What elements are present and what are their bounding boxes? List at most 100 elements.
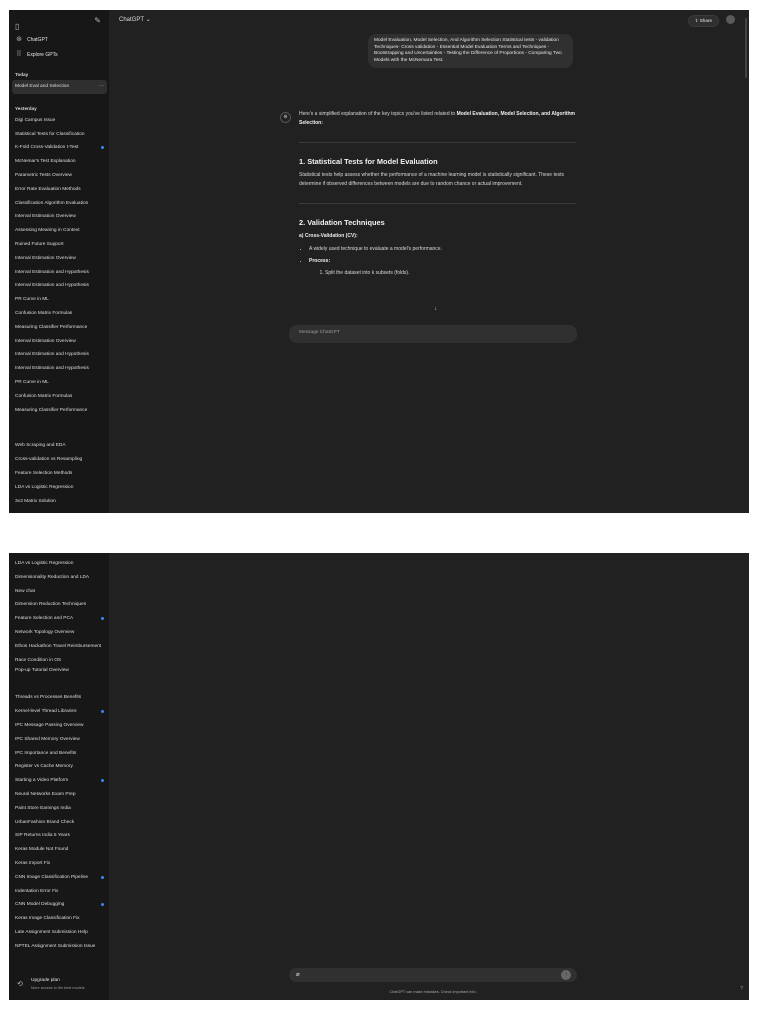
sidebar-item[interactable]: Digi Campus Issue <box>15 114 105 128</box>
sidebar-item[interactable]: Ethos Hackathon Travel Reimbursement <box>15 640 105 654</box>
message-composer[interactable]: Message ChatGPT <box>289 325 577 343</box>
sidebar-item[interactable]: PR Curve in ML <box>15 376 105 390</box>
sidebar-item[interactable]: CNN Model Debugging <box>15 898 105 912</box>
sidebar-item-label: PR Curve in ML <box>15 379 49 385</box>
sidebar-item[interactable]: IPC Shared Memory Overview <box>15 733 105 747</box>
sidebar-item-label: Classification Algorithm Evaluation <box>15 200 89 206</box>
sidebar-item-label: Paint Store Earnings India <box>15 805 71 811</box>
answer-bullet: Process: Split the dataset into k subset… <box>309 257 576 278</box>
sidebar-item[interactable]: Threads vs Processes Benefits <box>15 691 105 705</box>
sidebar-toggle-icon[interactable]: ▯ <box>15 22 19 32</box>
upgrade-plan-button[interactable]: ⟲ Upgrade plan More access to the best m… <box>15 976 107 996</box>
sidebar-item[interactable]: Feature Selection Methods <box>15 467 105 481</box>
sidebar-item[interactable]: IPC Importance and Benefits <box>15 747 105 761</box>
sidebar-item[interactable]: LDA vs Logistic Regression <box>15 557 105 571</box>
sidebar-item[interactable]: Cross-validation vs Resampling <box>15 453 105 467</box>
sidebar-item[interactable]: Error Rate Evaluation Methods <box>15 183 105 197</box>
scroll-down-icon[interactable]: ↓ <box>434 306 437 312</box>
sidebar-item[interactable]: Network Topology Overview <box>15 626 105 640</box>
sidebar-item[interactable]: Web Scraping and EDA <box>15 439 105 453</box>
sidebar-item[interactable]: Interval Estimation and Hypothesis <box>15 266 105 280</box>
sidebar-item[interactable]: Pop-up Tutorial Overview <box>15 667 105 675</box>
sidebar-item[interactable]: Keras Image Classification Fix <box>15 912 105 926</box>
sidebar-item[interactable]: Keras Import Fix <box>15 857 105 871</box>
message-input[interactable]: Message ChatGPT <box>299 330 340 335</box>
divider <box>299 142 576 143</box>
sidebar-item[interactable]: Register vs Cache Memory <box>15 760 105 774</box>
sidebar-nav-label: ChatGPT <box>27 36 48 43</box>
sidebar-item-label: IPC Shared Memory Overview <box>15 736 80 742</box>
sidebar-item[interactable]: Starting a Video Platform <box>15 774 105 788</box>
sidebar-item[interactable]: Interval Estimation Overview <box>15 335 105 349</box>
sidebar-item-label: Interval Estimation Overview <box>15 255 76 261</box>
sidebar-item[interactable]: Interval Estimation Overview <box>15 252 105 266</box>
sidebar-item[interactable]: Keras Module Not Found <box>15 843 105 857</box>
sidebar-item-label: Interval Estimation Overview <box>15 214 76 220</box>
sidebar-item[interactable]: McNemar's Test Explanation <box>15 155 105 169</box>
sidebar-item-label: UrbanFashion Brand Check <box>15 819 75 825</box>
new-chat-icon[interactable]: ✎ <box>94 16 101 26</box>
sidebar-item-label: McNemar's Test Explanation <box>15 159 76 165</box>
sidebar-item[interactable]: Feature Selection and PCA <box>15 612 105 626</box>
send-button[interactable]: ↑ <box>561 970 571 980</box>
upgrade-icon: ⟲ <box>17 981 23 988</box>
sidebar-item[interactable]: Measuring Classifier Performance <box>15 321 105 335</box>
sidebar-nav-chatgpt[interactable]: ⊛ ChatGPT <box>15 32 105 47</box>
message-composer[interactable]: ⌀ ↑ <box>289 968 577 982</box>
sidebar-item[interactable]: Classification Algorithm Evaluation <box>15 197 105 211</box>
sidebar-item[interactable]: Confusion Matrix Formulas <box>15 390 105 404</box>
sidebar-item-label: Web Scraping and EDA <box>15 443 66 449</box>
answer-intro-text: Here's a simplified explanation of the k… <box>299 111 456 117</box>
sidebar-content: ⊛ ChatGPT ⠿ Explore GPTs Today Model Eva… <box>12 32 107 509</box>
sidebar-item[interactable]: Interval Estimation Overview <box>15 210 105 224</box>
sidebar-item[interactable]: Neural Networks Exam Prep <box>15 788 105 802</box>
sidebar-item[interactable]: Statistical Tests for Classification <box>15 128 105 142</box>
sidebar-item[interactable]: Dimensionality Reduction and LDA <box>15 571 105 585</box>
sidebar-item-label: Measuring Classifier Performance <box>15 324 88 330</box>
sidebar-item[interactable]: Assessing Meaning in Context <box>15 224 105 238</box>
sidebar-item[interactable]: Late Assignment Submission Help <box>15 926 105 940</box>
sidebar-item-active[interactable]: Model Eval and Selection ··· <box>12 80 107 94</box>
sidebar-item[interactable]: Confusion Matrix Formulas <box>15 307 105 321</box>
sidebar-item[interactable]: LDA vs Logistic Regression <box>15 481 105 495</box>
model-selector[interactable]: ChatGPT ⌄ <box>119 16 151 23</box>
sidebar-item[interactable]: SIP Returns India 5 Years <box>15 829 105 843</box>
help-icon[interactable]: ? <box>740 986 743 992</box>
sidebar-item[interactable]: Measuring Classifier Performance <box>15 404 105 418</box>
sidebar-item[interactable]: PR Curve in ML <box>15 293 105 307</box>
sidebar-item-label: Interval Estimation and Hypothesis <box>15 352 89 358</box>
share-button[interactable]: ⇧ Share <box>687 15 719 27</box>
more-options-icon[interactable]: ··· <box>99 80 104 94</box>
sidebar-item-label: Confusion Matrix Formulas <box>15 393 73 399</box>
sidebar-item[interactable]: 3x3 Matrix Solution <box>15 495 105 509</box>
sidebar-item-label: Neural Networks Exam Prep <box>15 791 76 797</box>
sidebar-nav-label: Explore GPTs <box>27 51 58 58</box>
sidebar-item[interactable]: IPC Message Passing Overview <box>15 719 105 733</box>
chat-window-top: ▯ ✎ ⊛ ChatGPT ⠿ Explore GPTs Today Model… <box>9 10 749 513</box>
attach-icon[interactable]: ⌀ <box>296 971 300 978</box>
yesterday-heading: Yesterday <box>15 105 37 111</box>
sidebar-item[interactable]: Ruined Future Support <box>15 238 105 252</box>
sidebar-item[interactable]: Race Condition in OS <box>15 654 105 668</box>
sidebar-nav-explore-gpts[interactable]: ⠿ Explore GPTs <box>15 47 105 62</box>
sidebar-item-label: Late Assignment Submission Help <box>15 929 88 935</box>
sidebar-item[interactable]: K-Fold Cross-Validation t-Test <box>15 141 105 155</box>
sidebar-item[interactable]: NPTEL Assignment Submission Issue <box>15 940 105 954</box>
sidebar-item-label: Threads vs Processes Benefits <box>15 695 82 701</box>
sidebar-item[interactable]: CNN Image Classification Pipeline <box>15 871 105 885</box>
sidebar-item[interactable]: Interval Estimation and Hypothesis <box>15 362 105 376</box>
scrollbar[interactable] <box>745 18 747 78</box>
sidebar-item[interactable]: Indentation Error Fix <box>15 885 105 899</box>
sidebar-item[interactable]: Dimension Reduction Techniques <box>15 598 105 612</box>
sidebar-item[interactable]: Kernel-level Thread Libraries <box>15 705 105 719</box>
sidebar-item[interactable]: Paint Store Earnings India <box>15 802 105 816</box>
chatgpt-logo-icon: ⊛ <box>16 35 22 43</box>
sidebar-item-label: Statistical Tests for Classification <box>15 131 85 137</box>
sidebar-item[interactable]: Interval Estimation and Hypothesis <box>15 279 105 293</box>
sidebar-item[interactable]: Interval Estimation and Hypothesis <box>15 348 105 362</box>
sidebar-item[interactable]: Parametric Tests Overview <box>15 169 105 183</box>
avatar[interactable] <box>726 15 735 24</box>
sidebar-item[interactable]: UrbanFashion Brand Check <box>15 816 105 830</box>
sidebar-item[interactable]: New chat <box>15 585 105 599</box>
